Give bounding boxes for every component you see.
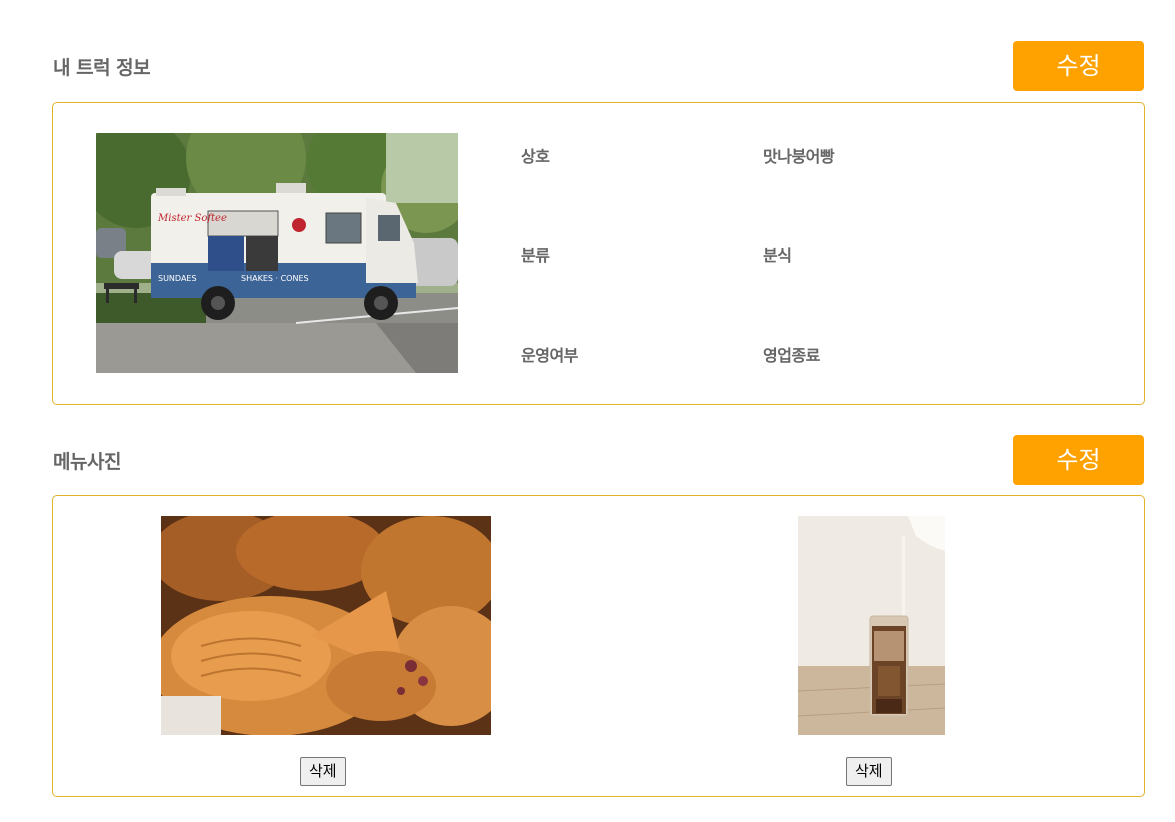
field-label-name: 상호: [521, 147, 550, 166]
svg-text:SHAKES · CONES: SHAKES · CONES: [241, 274, 309, 283]
truck-info-title: 내 트럭 정보: [53, 57, 151, 79]
menu-photo-bungeoppang: [161, 516, 491, 735]
svg-text:Mister Softee: Mister Softee: [157, 213, 227, 224]
field-label-status: 운영여부: [521, 346, 578, 365]
truck-info-panel: Mister Softee SUNDAES SHAKES · CONES 상호 …: [52, 102, 1145, 405]
field-value-category: 분식: [763, 246, 792, 265]
truck-photo: Mister Softee SUNDAES SHAKES · CONES: [96, 133, 458, 373]
field-label-category: 분류: [521, 246, 550, 265]
menu-photo-delete-button-1[interactable]: 삭제: [300, 757, 346, 786]
svg-text:SUNDAES: SUNDAES: [158, 274, 197, 283]
truck-info-edit-button[interactable]: 수정: [1013, 41, 1144, 91]
menu-photos-edit-button[interactable]: 수정: [1013, 435, 1144, 485]
menu-photo-delete-button-2[interactable]: 삭제: [846, 757, 892, 786]
field-value-status: 영업종료: [763, 346, 820, 365]
menu-photos-title: 메뉴사진: [53, 451, 121, 473]
menu-photos-panel: 삭제 삭제: [52, 495, 1145, 797]
menu-photo-iced-latte: [798, 516, 945, 735]
field-value-name: 맛나붕어빵: [763, 147, 835, 166]
